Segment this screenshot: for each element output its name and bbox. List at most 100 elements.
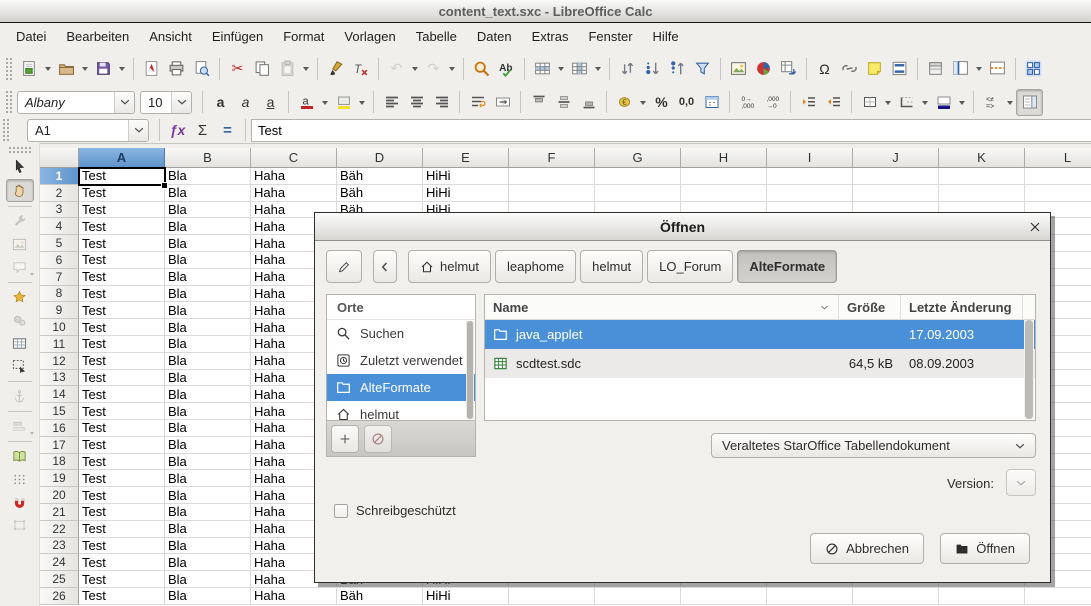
menu-hilfe[interactable]: Hilfe xyxy=(643,25,689,48)
breadcrumb-helmut[interactable]: helmut xyxy=(580,250,643,283)
cell-A16[interactable]: Test xyxy=(79,420,165,437)
cell-E2[interactable]: HiHi xyxy=(423,185,509,202)
date-format-button[interactable] xyxy=(699,90,724,115)
cell-B14[interactable]: Bla xyxy=(165,386,251,403)
sort-button[interactable] xyxy=(615,56,640,81)
sort-descending-button[interactable] xyxy=(665,56,690,81)
currency-button[interactable]: € xyxy=(612,90,637,115)
row-header-10[interactable]: 10 xyxy=(40,319,79,336)
sum-button[interactable]: Σ xyxy=(190,118,215,143)
row-header-17[interactable]: 17 xyxy=(40,437,79,454)
menu-bearbeiten[interactable]: Bearbeiten xyxy=(56,25,139,48)
breadcrumb-LO_Forum[interactable]: LO_Forum xyxy=(647,250,733,283)
column-header-A[interactable]: A xyxy=(79,148,165,168)
cell-A9[interactable]: Test xyxy=(79,302,165,319)
paste-button[interactable] xyxy=(275,56,300,81)
cell-J26[interactable] xyxy=(853,588,939,605)
redo-button[interactable]: ↷ xyxy=(421,56,446,81)
freeze-panes-dropdown[interactable] xyxy=(973,56,985,81)
center-vertically-button[interactable] xyxy=(551,90,576,115)
cell-C1[interactable]: Haha xyxy=(251,168,337,185)
cell-G2[interactable] xyxy=(595,185,681,202)
cell-K26[interactable] xyxy=(939,588,1025,605)
cell-A6[interactable]: Test xyxy=(79,252,165,269)
print-preview-button[interactable] xyxy=(189,56,214,81)
select-all-corner[interactable] xyxy=(40,148,79,168)
cell-C2[interactable]: Haha xyxy=(251,185,337,202)
cell-K2[interactable] xyxy=(939,185,1025,202)
underline-button[interactable]: a xyxy=(258,90,283,115)
breadcrumb-helmut[interactable]: helmut xyxy=(408,250,491,283)
pan-tool[interactable] xyxy=(6,179,34,202)
open-button[interactable]: Öffnen xyxy=(940,533,1030,564)
cell-B7[interactable]: Bla xyxy=(165,269,251,286)
row-header-19[interactable]: 19 xyxy=(40,470,79,487)
font-name-dropdown[interactable] xyxy=(114,92,134,113)
cell-B5[interactable]: Bla xyxy=(165,235,251,252)
row-header-1[interactable]: 1 xyxy=(40,168,79,185)
insert-graphic-tool[interactable] xyxy=(7,287,33,308)
autofilter-button[interactable] xyxy=(690,56,715,81)
row-header-22[interactable]: 22 xyxy=(40,521,79,538)
number-format-button[interactable]: 0,0 xyxy=(674,90,699,115)
menu-tabelle[interactable]: Tabelle xyxy=(406,25,467,48)
redo-dropdown[interactable] xyxy=(446,56,458,81)
row-header-20[interactable]: 20 xyxy=(40,487,79,504)
toolbar-grip[interactable] xyxy=(8,146,32,153)
version-dropdown[interactable] xyxy=(1006,469,1036,496)
select-area-tool[interactable] xyxy=(7,356,33,377)
align-center-button[interactable] xyxy=(404,90,429,115)
image-edit-tool[interactable] xyxy=(7,234,33,255)
conditional-formatting-button[interactable]: <≠=> xyxy=(979,90,1004,115)
cell-F1[interactable] xyxy=(509,168,595,185)
cell-D1[interactable]: Bäh xyxy=(337,168,423,185)
cell-D2[interactable]: Bäh xyxy=(337,185,423,202)
open-dropdown[interactable] xyxy=(79,56,91,81)
cell-A2[interactable]: Test xyxy=(79,185,165,202)
cell-H2[interactable] xyxy=(681,185,767,202)
menu-datei[interactable]: Datei xyxy=(6,25,56,48)
font-size-combo[interactable]: 10 xyxy=(140,91,192,114)
cell-J2[interactable] xyxy=(853,185,939,202)
cell-E26[interactable]: HiHi xyxy=(423,588,509,605)
cell-A19[interactable]: Test xyxy=(79,470,165,487)
remove-place-button[interactable] xyxy=(364,425,392,453)
clear-formatting-button[interactable]: T xyxy=(348,56,373,81)
cell-A15[interactable]: Test xyxy=(79,403,165,420)
cell-A22[interactable]: Test xyxy=(79,521,165,538)
place-AlteFormate[interactable]: AlteFormate xyxy=(327,374,475,401)
type-location-button[interactable] xyxy=(326,250,362,283)
align-bottom-button[interactable] xyxy=(576,90,601,115)
formula-input[interactable]: Test xyxy=(251,119,1091,142)
cell-A10[interactable]: Test xyxy=(79,319,165,336)
wrap-text-button[interactable] xyxy=(465,90,490,115)
row-header-13[interactable]: 13 xyxy=(40,370,79,387)
function-wizard-button[interactable]: ƒx xyxy=(165,118,190,143)
align-top-button[interactable] xyxy=(526,90,551,115)
row-header-3[interactable]: 3 xyxy=(40,202,79,219)
cell-L2[interactable] xyxy=(1025,185,1091,202)
insert-image-button[interactable] xyxy=(726,56,751,81)
path-back-button[interactable] xyxy=(373,250,397,283)
row-button[interactable] xyxy=(530,56,555,81)
anchor-tool[interactable] xyxy=(7,386,33,407)
cell-A14[interactable]: Test xyxy=(79,386,165,403)
highlighting-color-dropdown[interactable] xyxy=(356,90,368,115)
cell-A5[interactable]: Test xyxy=(79,235,165,252)
breadcrumb-leaphome[interactable]: leaphome xyxy=(495,250,576,283)
window-titlebar[interactable]: content_text.sxc - LibreOffice Calc xyxy=(0,0,1091,23)
cell-B3[interactable]: Bla xyxy=(165,202,251,219)
cell-A13[interactable]: Test xyxy=(79,370,165,387)
cell-A18[interactable]: Test xyxy=(79,454,165,471)
cell-B11[interactable]: Bla xyxy=(165,336,251,353)
merge-cells-button[interactable] xyxy=(490,90,515,115)
split-window-button[interactable] xyxy=(985,56,1010,81)
cell-B16[interactable]: Bla xyxy=(165,420,251,437)
file-type-combo[interactable]: Veraltetes StarOffice Tabellendokument xyxy=(711,433,1036,458)
column-button[interactable] xyxy=(567,56,592,81)
border-style-dropdown[interactable] xyxy=(919,90,931,115)
cell-I1[interactable] xyxy=(767,168,853,185)
fill-handle[interactable] xyxy=(161,182,168,189)
decrease-indent-button[interactable] xyxy=(821,90,846,115)
group-tool[interactable] xyxy=(7,310,33,331)
